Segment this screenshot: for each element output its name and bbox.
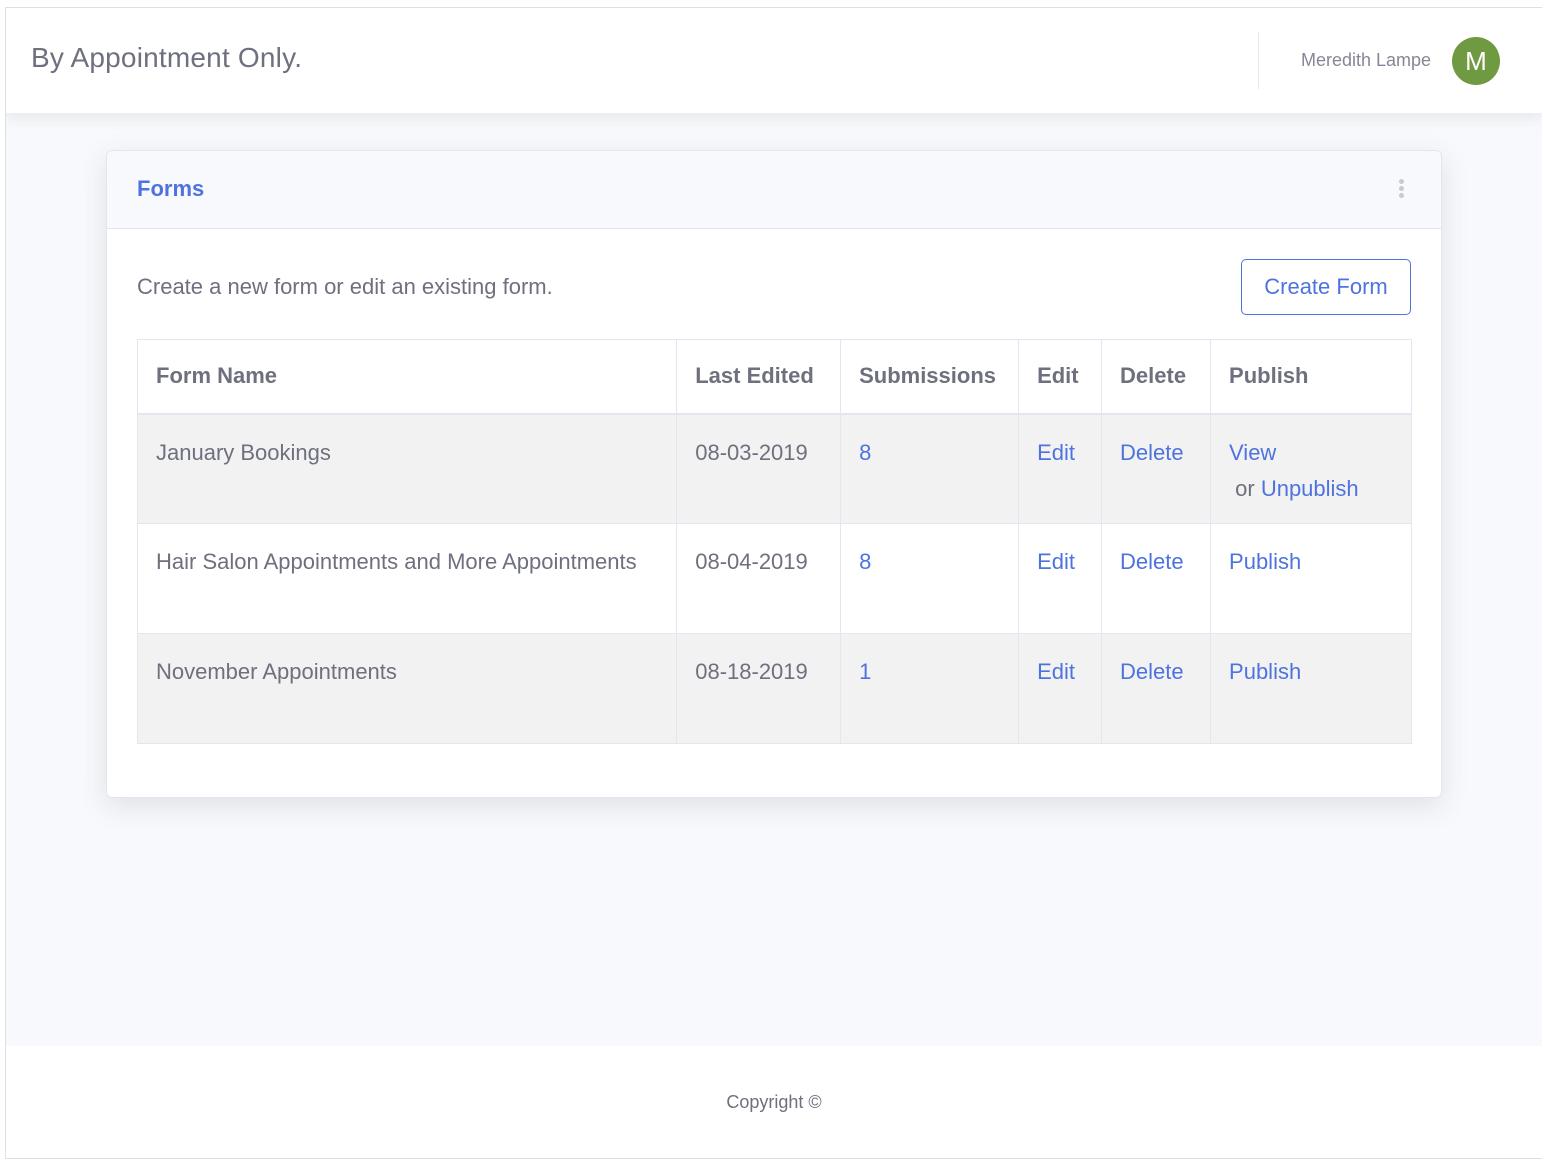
form-name-cell: January Bookings xyxy=(136,413,678,524)
publish-link[interactable]: Publish xyxy=(1229,549,1301,574)
avatar[interactable]: M xyxy=(1452,37,1500,85)
publish-cell: Publish xyxy=(1210,633,1412,744)
delete-link[interactable]: Delete xyxy=(1120,549,1184,574)
card-header: Forms xyxy=(107,151,1441,229)
table-header-row: Form Name Last Edited Submissions Edit D… xyxy=(136,339,1412,415)
delete-link[interactable]: Delete xyxy=(1120,440,1184,465)
card-title: Forms xyxy=(137,176,205,201)
unpublish-link[interactable]: Unpublish xyxy=(1261,476,1359,501)
column-header-submissions: Submissions xyxy=(840,339,1020,415)
view-link[interactable]: View xyxy=(1229,440,1276,465)
delete-cell: Delete xyxy=(1101,633,1212,744)
table-row: January Bookings 08-03-2019 8 Edit Delet… xyxy=(136,413,1412,524)
delete-link[interactable]: Delete xyxy=(1120,659,1184,684)
publish-cell: View or Unpublish xyxy=(1210,413,1412,524)
submissions-cell: 8 xyxy=(840,523,1020,634)
column-header-publish: Publish xyxy=(1210,339,1412,415)
edit-cell: Edit xyxy=(1018,523,1103,634)
publish-or-text: or xyxy=(1229,475,1261,501)
column-header-form-name: Form Name xyxy=(136,339,678,415)
copyright-text: Copyright © xyxy=(726,1092,822,1112)
edit-link[interactable]: Edit xyxy=(1037,549,1075,574)
publish-cell: Publish xyxy=(1210,523,1412,634)
publish-link[interactable]: Publish xyxy=(1229,659,1301,684)
table-row: Hair Salon Appointments and More Appoint… xyxy=(136,523,1412,634)
app-window: By Appointment Only. Meredith Lampe M Fo… xyxy=(5,7,1542,1159)
column-header-edit: Edit xyxy=(1018,339,1103,415)
vertical-ellipsis-icon[interactable] xyxy=(1395,179,1407,203)
delete-cell: Delete xyxy=(1101,413,1212,524)
delete-cell: Delete xyxy=(1101,523,1212,634)
last-edited-cell: 08-18-2019 xyxy=(676,633,842,744)
submissions-link[interactable]: 1 xyxy=(859,659,871,684)
create-form-button[interactable]: Create Form xyxy=(1241,259,1411,315)
column-header-last-edited: Last Edited xyxy=(676,339,842,415)
brand-title[interactable]: By Appointment Only. xyxy=(31,42,302,74)
last-edited-cell: 08-03-2019 xyxy=(676,413,842,524)
submissions-cell: 1 xyxy=(840,633,1020,744)
submissions-link[interactable]: 8 xyxy=(859,440,871,465)
edit-cell: Edit xyxy=(1018,633,1103,744)
footer: Copyright © xyxy=(6,1046,1542,1158)
form-name-cell: Hair Salon Appointments and More Appoint… xyxy=(136,523,678,634)
topbar: By Appointment Only. Meredith Lampe M xyxy=(6,8,1542,113)
form-name-cell: November Appointments xyxy=(136,633,678,744)
edit-link[interactable]: Edit xyxy=(1037,440,1075,465)
table-row: November Appointments 08-18-2019 1 Edit … xyxy=(136,633,1412,744)
last-edited-cell: 08-04-2019 xyxy=(676,523,842,634)
column-header-delete: Delete xyxy=(1101,339,1212,415)
edit-link[interactable]: Edit xyxy=(1037,659,1075,684)
user-name[interactable]: Meredith Lampe xyxy=(1301,50,1431,71)
submissions-cell: 8 xyxy=(840,413,1020,524)
forms-table: Form Name Last Edited Submissions Edit D… xyxy=(136,339,1412,744)
edit-cell: Edit xyxy=(1018,413,1103,524)
topbar-divider xyxy=(1258,32,1259,89)
intro-text: Create a new form or edit an existing fo… xyxy=(137,274,553,299)
submissions-link[interactable]: 8 xyxy=(859,549,871,574)
forms-card: Forms Create a new form or edit an exist… xyxy=(106,150,1442,798)
